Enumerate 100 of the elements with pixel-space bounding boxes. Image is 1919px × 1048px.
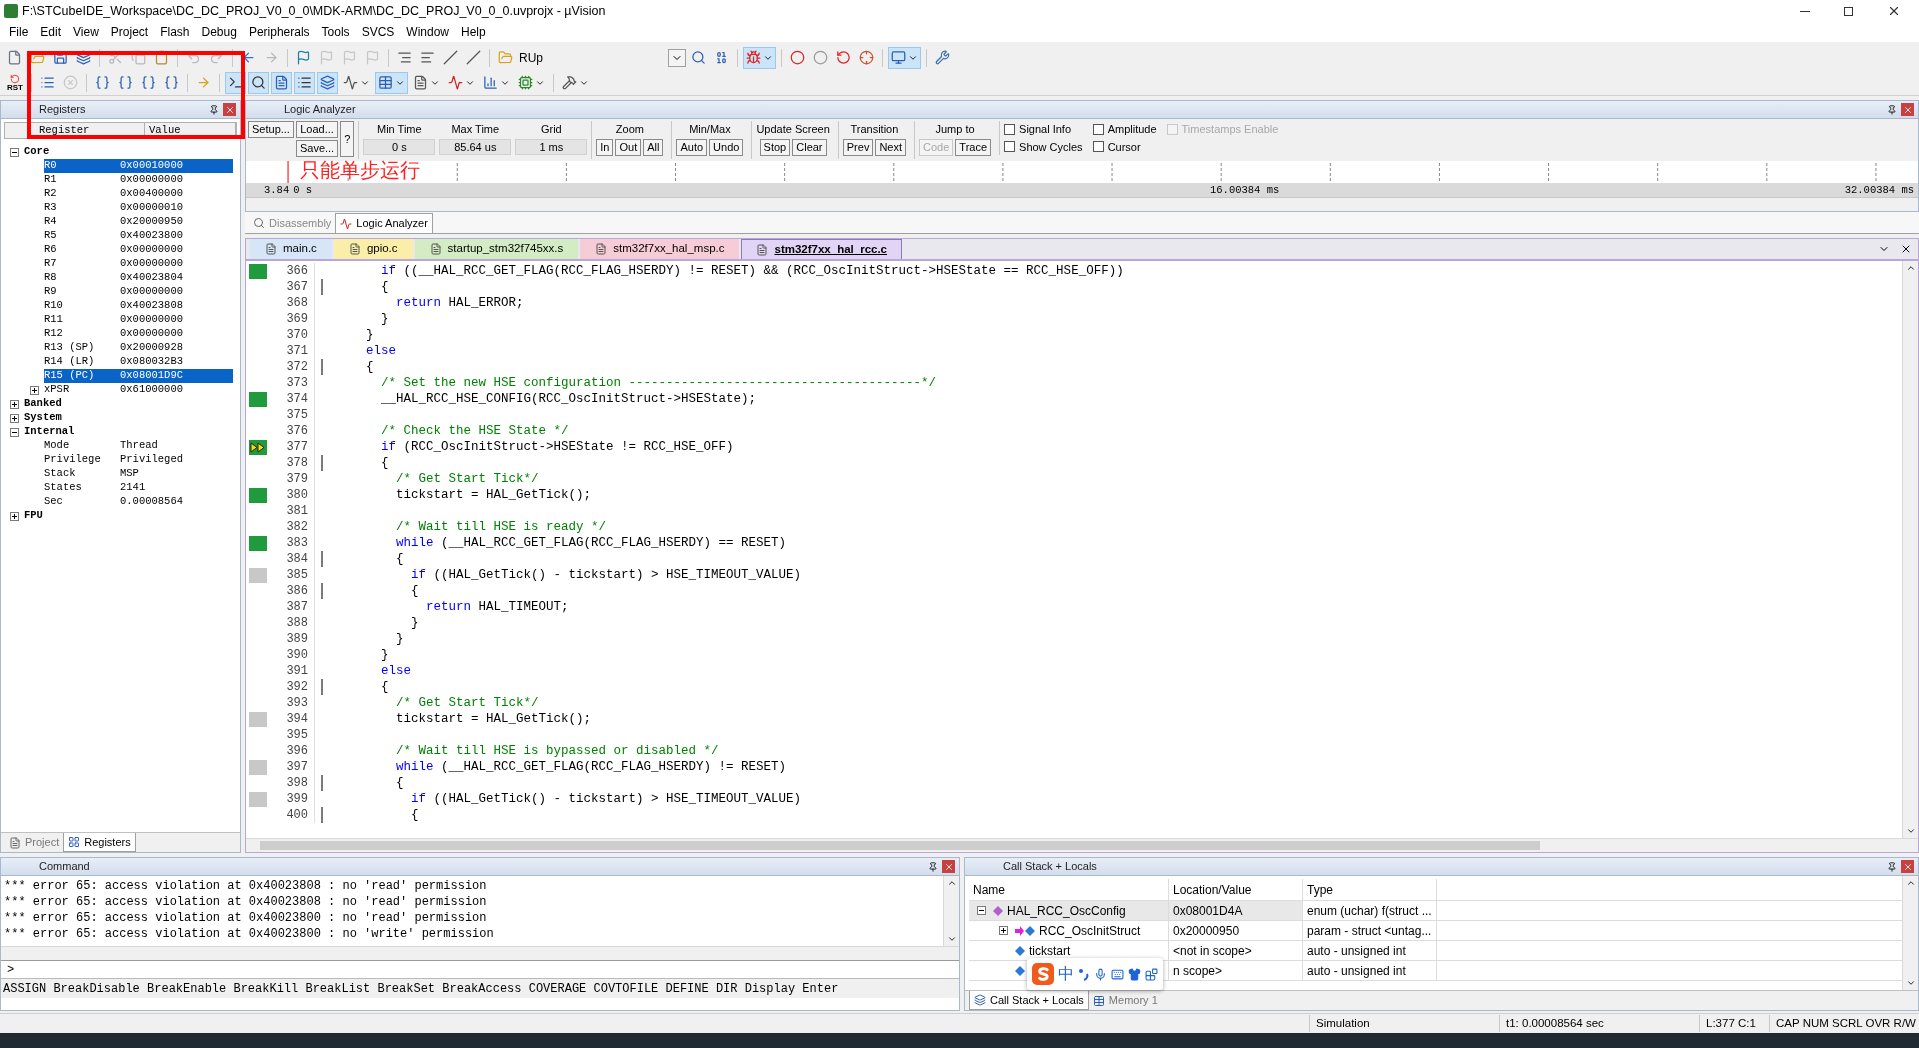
tree-row[interactable]: Sec 0.00008564 [4, 495, 233, 509]
register-value: 0x40023800 [120, 228, 183, 244]
menu-item[interactable]: Debug [195, 23, 243, 41]
tree-row[interactable]: R11 0x00000000 [4, 313, 233, 327]
line-number: 378 [285, 455, 309, 472]
panel-tab[interactable]: Project [5, 833, 64, 852]
analyzer-button[interactable]: In [596, 138, 614, 156]
local-value: 0x20000950 [1173, 922, 1240, 940]
menu-item[interactable]: Flash [154, 23, 196, 41]
view-tab[interactable]: Logic Analyzer [335, 213, 433, 233]
file-tab[interactable]: stm32f7xx_hal_rcc.c [741, 239, 902, 259]
tree-row[interactable]: R13 (SP) 0x20000928 [4, 341, 233, 355]
analyzer-button[interactable]: Trace [955, 138, 992, 156]
tree-row[interactable]: R12 0x00000000 [4, 327, 233, 341]
tree-row[interactable]: Privilege Privileged [4, 453, 233, 467]
register-name: R4 [44, 214, 58, 230]
tree-row[interactable]: R10 0x40023808 [4, 299, 233, 313]
tree-row[interactable]: R8 0x40023804 [4, 271, 233, 285]
register-name: R15 (PC) [44, 368, 96, 384]
tree-row[interactable]: R6 0x00000000 [4, 243, 233, 257]
menu-item[interactable]: Window [400, 23, 455, 41]
register-value: 0x00000000 [120, 172, 183, 188]
file-tab[interactable]: main.c [250, 239, 332, 259]
menu-item[interactable]: Peripherals [242, 23, 316, 41]
register-value: 0x20000928 [120, 340, 183, 356]
menu-item[interactable]: Help [455, 23, 492, 41]
tree-row[interactable]: Core [4, 145, 233, 159]
register-name: Mode [44, 438, 71, 454]
locals-row[interactable]: RCC_OscInitStruct 0x20000950 param - struct <untag... [969, 921, 1902, 941]
tree-row[interactable]: Mode Thread [4, 439, 233, 453]
analyzer-button[interactable]: Save... [295, 140, 339, 157]
menu-item[interactable]: Tools [315, 23, 356, 41]
tree-row[interactable]: System [4, 411, 233, 425]
analyzer-button[interactable]: Out [615, 138, 642, 156]
menu-item[interactable]: File [3, 23, 35, 41]
code-line: { [380, 278, 389, 296]
tree-row[interactable]: Stack MSP [4, 467, 233, 481]
tree-row[interactable]: R14 (LR) 0x080032B3 [4, 355, 233, 369]
menu-item[interactable]: View [67, 23, 105, 41]
command-prompt[interactable]: > [7, 960, 15, 979]
tree-row[interactable]: R2 0x00400000 [4, 187, 233, 201]
register-name: States [44, 480, 83, 496]
panel-tab[interactable]: Call Stack + Locals [969, 991, 1089, 1010]
checkbox-label: Cursor [1107, 139, 1141, 155]
axis-label: 0 s [293, 183, 313, 198]
locals-row[interactable]: HAL_RCC_OscConfig 0x08001D4A enum (uchar) f(struct ... [969, 901, 1902, 921]
panel-tab[interactable]: Registers [63, 833, 136, 852]
menu-item[interactable]: SVCS [355, 23, 401, 41]
code-line: { [410, 806, 419, 824]
analyzer-button[interactable]: Stop [759, 138, 791, 156]
analyzer-button[interactable]: Prev [842, 138, 874, 156]
tree-row[interactable]: Internal [4, 425, 233, 439]
line-number: 370 [285, 327, 309, 344]
tree-row[interactable]: R7 0x00000000 [4, 257, 233, 271]
register-value: 0.00008564 [120, 494, 183, 510]
tree-row[interactable]: xPSR 0x61000000 [4, 383, 233, 397]
analyzer-button[interactable]: Auto [676, 138, 708, 156]
line-number: 382 [285, 519, 309, 536]
tree-row[interactable]: States 2141 [4, 481, 233, 495]
column-header[interactable]: Location/Value [1169, 879, 1303, 900]
menu-item[interactable]: Project [104, 23, 155, 41]
file-tab[interactable]: startup_stm32f745xx.s [414, 239, 579, 259]
file-tab[interactable]: stm32f7xx_hal_msp.c [580, 239, 740, 259]
column-header[interactable]: Type [1303, 879, 1437, 900]
local-name: HAL_RCC_OscConfig [1007, 902, 1126, 920]
analyzer-button[interactable]: Load... [295, 121, 339, 138]
menu-item[interactable]: Edit [34, 23, 68, 41]
column-header[interactable]: Name [969, 879, 1169, 900]
checkbox-label: Signal Info [1019, 122, 1072, 137]
tree-row[interactable]: R5 0x40023800 [4, 229, 233, 243]
analyzer-button[interactable]: Clear [792, 138, 827, 156]
line-number: 366 [285, 263, 309, 280]
local-value: 0x08001D4A [1173, 902, 1243, 920]
column-header[interactable]: Register [5, 123, 145, 138]
panel-tab[interactable]: Memory 1 [1088, 991, 1162, 1010]
register-value: 0x00000000 [120, 326, 183, 342]
tree-row[interactable]: R1 0x00000000 [4, 173, 233, 187]
analyzer-button[interactable]: Next [875, 138, 907, 156]
tree-row[interactable]: R3 0x00000010 [4, 201, 233, 215]
file-tab[interactable]: gpio.c [333, 239, 413, 259]
command-hints: ASSIGN BreakDisable BreakEnable BreakKill BreakList BreakSet BreakAccess COVERAGE COVTOFILE DEFINE DIR Display Enter [3, 980, 839, 998]
tree-row[interactable]: R9 0x00000000 [4, 285, 233, 299]
status-keys: CAP NUM SCRL OVR R/W [1769, 1014, 1919, 1033]
analyzer-button[interactable]: Setup... [248, 121, 294, 138]
toolbar-button[interactable]: RST [4, 71, 26, 94]
output-line: *** error 65: access violation at 0x40023800 : no 'read' permission [4, 910, 488, 925]
register-value: 0x40023804 [120, 270, 183, 286]
analyzer-button[interactable]: All [643, 138, 664, 156]
line-number: 398 [285, 775, 309, 792]
line-number: 374 [285, 391, 309, 408]
column-header[interactable]: Value [145, 123, 236, 138]
tree-row[interactable]: R4 0x20000950 [4, 215, 233, 229]
tree-row[interactable]: FPU [4, 509, 233, 523]
tree-row[interactable]: Banked [4, 397, 233, 411]
register-value: 0x080032B3 [120, 354, 183, 370]
analyzer-button[interactable]: Undo [709, 138, 744, 156]
analyzer-button[interactable]: ? [340, 121, 355, 157]
code-line: /* Wait till HSE is bypassed or disabled */ [395, 742, 719, 760]
output-line: *** error 65: access violation at 0x40023800 : no 'write' permission [4, 926, 495, 941]
toolbar-button[interactable]: RUp [495, 46, 546, 69]
